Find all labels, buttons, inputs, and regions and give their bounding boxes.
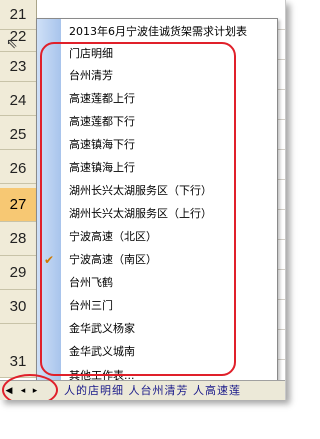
prev-sheet-icon[interactable]: ◂ — [18, 385, 28, 397]
menu-icon-gutter — [37, 19, 61, 389]
menu-item-sheet[interactable]: 高速镇海下行 — [61, 134, 277, 156]
menu-item-sheet[interactable]: 高速莲都下行 — [61, 111, 277, 133]
menu-item-sheet[interactable]: 金华武义杨家 — [61, 318, 277, 340]
menu-item-sheet[interactable]: 门店明细 — [61, 43, 277, 65]
sheet-list-popup-menu: 2013年6月宁波佳诚货架需求计划表 门店明细 台州清芳 高速莲都上行 高速莲都… — [36, 18, 278, 390]
row-header[interactable]: 28 — [0, 222, 36, 256]
sheet-tab-bar: ◀ ◂ ▸ 人的店明细 人台州清芳 人高速莲 — [0, 380, 285, 400]
next-sheet-icon[interactable]: ▸ — [30, 385, 40, 397]
checkmark-icon: ✔ — [43, 253, 55, 267]
row-header[interactable]: 23 — [0, 52, 36, 82]
menu-item-sheet[interactable]: 台州飞鹤 — [61, 272, 277, 294]
menu-item-sheet[interactable]: 2013年6月宁波佳诚货架需求计划表 — [61, 21, 277, 43]
row-header[interactable]: 31 — [0, 324, 36, 378]
menu-item-sheet[interactable]: 高速镇海上行 — [61, 157, 277, 179]
menu-item-sheet[interactable]: 台州三门 — [61, 295, 277, 317]
row-header-active[interactable]: 27 — [0, 188, 36, 222]
first-sheet-icon[interactable]: ◀ — [4, 385, 14, 397]
menu-item-sheet[interactable]: 高速莲都上行 — [61, 88, 277, 110]
row-header[interactable]: 30 — [0, 290, 36, 324]
menu-item-sheet[interactable]: 湖州长兴太湖服务区（上行） — [61, 203, 277, 225]
spreadsheet-window: 21 22 23 24 25 26 27 28 29 30 31 ⇖ 2013年… — [0, 0, 286, 400]
row-header[interactable]: 29 — [0, 256, 36, 290]
row-header-column: 21 22 23 24 25 26 27 28 29 30 31 — [0, 0, 37, 378]
sheet-tabs[interactable]: 人的店明细 人台州清芳 人高速莲 — [64, 381, 241, 400]
menu-item-sheet-selected[interactable]: ✔ 宁波高速（南区） — [44, 249, 277, 271]
menu-item-sheet[interactable]: 湖州长兴太湖服务区（下行） — [61, 180, 277, 202]
row-header[interactable]: 24 — [0, 86, 36, 116]
menu-item-sheet[interactable]: 宁波高速（北区） — [61, 226, 277, 248]
menu-item-sheet[interactable]: 台州清芳 — [61, 65, 277, 87]
row-header[interactable]: 26 — [0, 154, 36, 184]
mouse-cursor-icon: ⇖ — [6, 36, 18, 52]
row-header[interactable]: 25 — [0, 120, 36, 150]
menu-item-sheet[interactable]: 金华武义城南 — [61, 341, 277, 363]
